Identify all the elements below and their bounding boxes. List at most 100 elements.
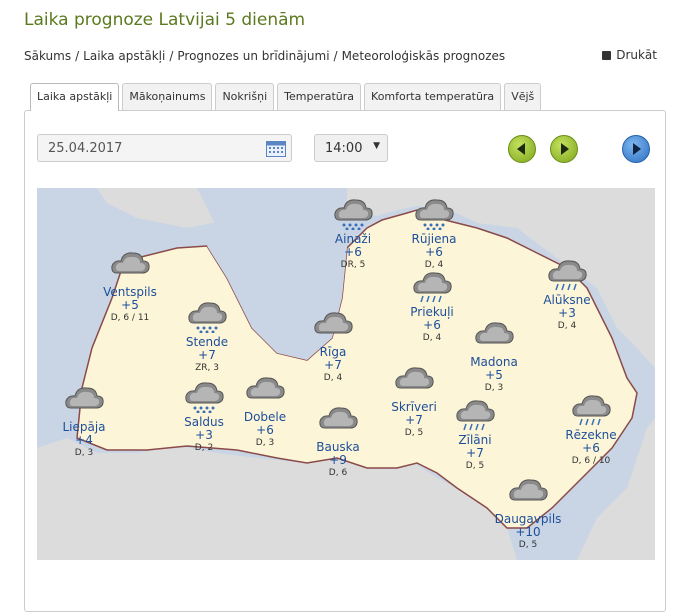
city-wind: D, 4: [422, 333, 442, 343]
city-name: Liepāja: [62, 420, 106, 434]
play-button[interactable]: [622, 135, 650, 163]
city-temperature: +7: [466, 446, 484, 460]
city-temperature: +7: [198, 348, 216, 362]
city-label[interactable]: Zīlāni +7 D, 5: [458, 433, 491, 472]
breadcrumb-home[interactable]: Sākums: [24, 49, 71, 63]
tab-wind[interactable]: Vējš: [504, 83, 542, 110]
city-label[interactable]: Liepāja +4 D, 3: [62, 420, 105, 459]
time-select[interactable]: 14:00 ▼: [314, 134, 388, 162]
city-wind: D, 4: [323, 373, 343, 383]
breadcrumb-forecasts[interactable]: Prognozes un brīdinājumi: [177, 49, 329, 63]
tab-bar: Laika apstākļi Mākoņainums Nokrišņi Temp…: [30, 83, 542, 111]
city-wind: D, 5: [465, 461, 485, 471]
city-label[interactable]: Ventspils +5 D, 6 / 11: [103, 285, 157, 324]
city-name: Rūjiena: [411, 232, 457, 246]
city-wind: D, 6: [328, 468, 348, 478]
cloud-snow-icon: [413, 194, 455, 230]
city-name: Bauska: [316, 440, 360, 454]
city-temperature: +4: [75, 433, 93, 447]
tab-precipitation[interactable]: Nokrišņi: [215, 83, 275, 110]
city-name: Zīlāni: [458, 433, 492, 447]
date-input[interactable]: 25.04.2017: [37, 134, 292, 162]
city-temperature: +6: [582, 441, 600, 455]
print-label: Drukāt: [616, 48, 657, 62]
city-label[interactable]: Madona +5 D, 3: [470, 355, 518, 394]
city-label[interactable]: Rīga +7 D, 4: [320, 345, 347, 384]
city-label[interactable]: Saldus +3 D, 2: [184, 415, 224, 454]
cloud-icon: [312, 307, 354, 343]
forecast-map: Ainaži +6 DR, 5 Rūjiena +6 D, 4 Ventspils +5 D, …: [37, 188, 655, 560]
city-label[interactable]: Daugavpils +10 D, 5: [495, 512, 562, 551]
time-select-value: 14:00: [325, 141, 363, 156]
city-name: Priekuļi: [410, 305, 454, 319]
city-wind: D, 4: [557, 321, 577, 331]
city-label[interactable]: Stende +7 ZR, 3: [186, 335, 228, 374]
chevron-down-icon: ▼: [373, 141, 380, 151]
city-wind: D, 3: [484, 383, 504, 393]
previous-button[interactable]: [508, 135, 536, 163]
calendar-icon[interactable]: [266, 139, 286, 157]
cloud-rain-icon: [411, 267, 453, 303]
city-label[interactable]: Alūksne +3 D, 4: [543, 293, 590, 332]
breadcrumb-weather[interactable]: Laika apstākļi: [83, 49, 165, 63]
city-name: Daugavpils: [494, 512, 562, 526]
arrow-right-icon: [561, 143, 569, 155]
city-label[interactable]: Priekuļi +6 D, 4: [410, 305, 454, 344]
cloud-icon: [473, 317, 515, 353]
city-name: Rēzekne: [565, 428, 617, 442]
city-temperature: +6: [425, 245, 443, 259]
city-name: Dobele: [243, 410, 287, 424]
city-name: Madona: [470, 355, 518, 369]
city-temperature: +3: [195, 428, 213, 442]
city-wind: D, 6 / 11: [110, 313, 150, 323]
city-wind: D, 5: [404, 428, 424, 438]
cloud-snow-icon: [332, 194, 374, 230]
tab-weather[interactable]: Laika apstākļi: [30, 83, 120, 111]
city-temperature: +5: [121, 298, 139, 312]
city-label[interactable]: Ainaži +6 DR, 5: [335, 232, 371, 271]
tab-cloudiness[interactable]: Mākoņainums: [122, 83, 213, 110]
city-temperature: +9: [329, 453, 347, 467]
cloud-icon: [317, 402, 359, 438]
city-label[interactable]: Rēzekne +6 D, 6 / 10: [565, 428, 616, 467]
city-temperature: +7: [405, 413, 423, 427]
city-label[interactable]: Bauska +9 D, 6: [316, 440, 360, 479]
city-wind: D, 2: [194, 443, 214, 453]
city-name: Alūksne: [543, 293, 591, 307]
arrow-left-icon: [517, 143, 525, 155]
next-button[interactable]: [550, 135, 578, 163]
cloud-rain-icon: [570, 390, 612, 426]
city-temperature: +3: [558, 306, 576, 320]
city-temperature: +10: [515, 525, 541, 539]
print-button[interactable]: Drukāt: [602, 48, 657, 62]
city-name: Ainaži: [334, 232, 372, 246]
cloud-icon: [109, 247, 151, 283]
cloud-icon: [507, 474, 549, 510]
play-icon: [633, 143, 641, 155]
cloud-snow-icon: [183, 377, 225, 413]
tab-comfort-temperature[interactable]: Komforta temperatūra: [364, 83, 502, 110]
cloud-rain-icon: [454, 395, 496, 431]
city-wind: D, 3: [255, 438, 275, 448]
breadcrumb: Sākums / Laika apstākļi / Prognozes un brīdi…: [24, 49, 506, 63]
city-label[interactable]: Rūjiena +6 D, 4: [412, 232, 457, 271]
city-name: Skrīveri: [391, 400, 437, 414]
city-wind: DR, 5: [340, 260, 366, 270]
city-wind: D, 5: [518, 540, 538, 550]
city-name: Saldus: [184, 415, 224, 429]
cloud-icon: [393, 362, 435, 398]
city-wind: D, 3: [74, 448, 94, 458]
cloud-icon: [244, 372, 286, 408]
city-temperature: +6: [423, 318, 441, 332]
city-label[interactable]: Skrīveri +7 D, 5: [391, 400, 437, 439]
cloud-rain-icon: [546, 255, 588, 291]
breadcrumb-met-forecasts[interactable]: Meteoroloģiskās prognozes: [342, 49, 506, 63]
tab-temperature[interactable]: Temperatūra: [277, 83, 362, 110]
city-temperature: +6: [344, 245, 362, 259]
cloud-icon: [63, 382, 105, 418]
city-label[interactable]: Dobele +6 D, 3: [244, 410, 286, 449]
cloud-snow-icon: [186, 297, 228, 333]
city-name: Ventspils: [103, 285, 157, 299]
city-temperature: +6: [256, 423, 274, 437]
city-temperature: +7: [324, 358, 342, 372]
